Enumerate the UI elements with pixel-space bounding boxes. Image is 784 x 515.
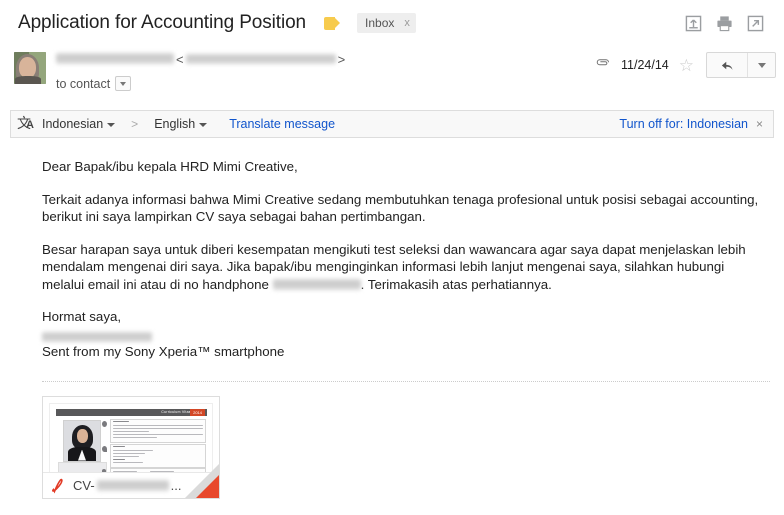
phone-number-redacted <box>272 279 361 291</box>
cv-year-text: 2014 <box>190 408 205 416</box>
download-corner-icon[interactable] <box>196 474 219 498</box>
recipient-line[interactable]: to contact <box>56 76 347 91</box>
sent-from-footer: Sent from my Sony Xperia™ smartphone <box>42 344 285 359</box>
source-language-label: Indonesian <box>42 117 104 131</box>
more-options-button[interactable] <box>748 53 775 77</box>
signature-name-redacted <box>42 331 152 342</box>
label-tag-icon[interactable] <box>324 16 341 30</box>
pdf-icon <box>51 476 67 494</box>
translate-message-link[interactable]: Translate message <box>229 117 335 131</box>
body-paragraph-1: Terkait adanya informasi bahwa Mimi Crea… <box>42 191 759 225</box>
remove-label-icon[interactable]: x <box>404 17 410 29</box>
show-details-chevron-icon[interactable] <box>115 76 132 91</box>
attachment-filename-prefix: CV- <box>73 477 95 493</box>
sender-header: < > to contact 11/24/14 ☆ <box>0 44 784 106</box>
cv-title-bar: Curriculum Vitae 2014 <box>56 408 207 416</box>
header-actions <box>685 15 772 32</box>
turn-off-link[interactable]: Turn off for: Indonesian <box>619 117 748 131</box>
page-title: Application for Accounting Position <box>18 12 307 33</box>
chevron-down-icon <box>107 123 116 127</box>
message-body: Dear Bapak/ibu kepala HRD Mimi Creative,… <box>0 138 784 361</box>
email-open-bracket: < <box>176 52 184 67</box>
email-close-bracket: > <box>337 52 346 67</box>
star-icon[interactable]: ☆ <box>679 57 694 74</box>
attachment-filename: CV-... <box>73 478 182 493</box>
message-actions: 11/24/14 ☆ <box>596 52 776 78</box>
sender-details: < > to contact <box>56 50 347 91</box>
recipient-label: to contact <box>56 76 111 91</box>
body-closing: Hormat saya, <box>42 309 122 324</box>
attachments-area: Curriculum Vitae 2014 CV- ... <box>0 382 784 499</box>
language-arrow-separator: > <box>131 117 139 131</box>
inbox-label-text: Inbox <box>365 16 395 30</box>
paperclip-icon <box>596 56 611 74</box>
sender-identity[interactable]: < > <box>56 52 347 67</box>
print-icon[interactable] <box>716 15 733 32</box>
body-greeting: Dear Bapak/ibu kepala HRD Mimi Creative, <box>42 159 298 174</box>
attachment-card[interactable]: Curriculum Vitae 2014 CV- ... <box>42 395 220 499</box>
reply-button[interactable] <box>707 53 748 77</box>
avatar[interactable] <box>14 52 46 84</box>
sender-email-redacted <box>185 54 336 64</box>
close-icon[interactable]: × <box>756 117 763 131</box>
attachment-filename-redacted <box>96 479 169 491</box>
target-language-dropdown[interactable]: English <box>154 117 208 131</box>
attachment-filename-ellipsis: ... <box>170 477 182 493</box>
body-paragraph-2-tail: . Terimakasih atas perhatiannya. <box>360 276 552 292</box>
chevron-down-icon <box>199 123 208 127</box>
open-in-new-window-icon[interactable] <box>747 15 764 32</box>
cv-portrait-photo <box>63 419 101 462</box>
translate-icon: 文A <box>17 116 34 132</box>
sender-name-redacted <box>56 53 174 64</box>
message-date: 11/24/14 <box>621 58 669 72</box>
reply-button-group <box>706 52 776 78</box>
attachment-thumbnail[interactable]: Curriculum Vitae 2014 <box>49 402 213 473</box>
turn-off-translation: Turn off for: Indonesian × <box>619 117 763 131</box>
inbox-label-chip[interactable]: Inbox x <box>357 13 416 33</box>
translate-bar: 文A Indonesian > English Translate messag… <box>10 110 774 138</box>
body-paragraph-2: Besar harapan saya untuk diberi kesempat… <box>42 241 770 294</box>
source-language-dropdown[interactable]: Indonesian <box>42 117 116 131</box>
archive-icon[interactable] <box>685 15 702 32</box>
subject-header: Application for Accounting Position Inbo… <box>0 0 784 44</box>
target-language-label: English <box>154 117 196 131</box>
